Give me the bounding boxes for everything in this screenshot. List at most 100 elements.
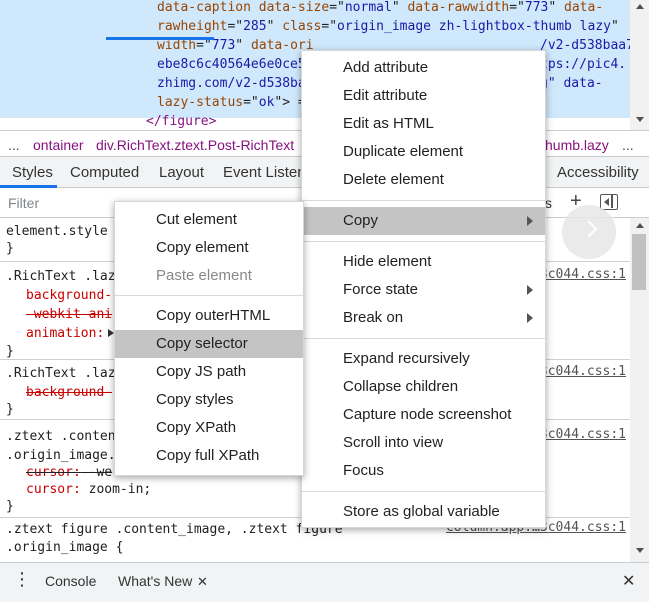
breadcrumb-item-richtext[interactable]: div.RichText.ztext.Post-RichText	[96, 137, 294, 153]
tab-computed[interactable]: Computed	[70, 164, 139, 181]
tab-styles[interactable]: Styles	[12, 164, 53, 181]
menu-item-collapse-children[interactable]: Collapse children	[302, 373, 545, 401]
copy-menu-item-copy-element[interactable]: Copy element	[115, 234, 303, 262]
styles-scroll-thumb[interactable]	[632, 234, 646, 290]
menu-separator	[115, 295, 303, 296]
menu-item-focus[interactable]: Focus	[302, 457, 545, 485]
rule-close-brace: }	[6, 241, 14, 256]
menu-item-delete-element[interactable]: Delete element	[302, 166, 545, 194]
tab-layout[interactable]: Layout	[159, 164, 204, 181]
dom-token: normal	[344, 0, 392, 15]
dom-token: 773	[211, 38, 236, 53]
menu-item-label: Scroll into view	[343, 434, 444, 451]
copy-menu-item-copy-xpath[interactable]: Copy XPath	[115, 414, 303, 442]
copy-menu-item-copy-full-xpath[interactable]: Copy full XPath	[115, 442, 303, 470]
dom-token: rawheight	[157, 19, 228, 34]
dom-line[interactable]: data-caption data-size="normal" data-raw…	[157, 0, 603, 17]
menu-item-copy[interactable]: Copy	[302, 207, 545, 235]
filter-toggle-label[interactable]: s	[545, 195, 552, 211]
dom-line[interactable]: </figure>	[146, 112, 216, 130]
breadcrumb-more-icon[interactable]: ...	[8, 137, 20, 153]
dom-token: "	[235, 38, 251, 53]
menu-item-hide-element[interactable]: Hide element	[302, 248, 545, 276]
dom-token: data-caption	[157, 0, 251, 15]
dom-token: "	[610, 19, 619, 34]
dom-line[interactable]: rawheight="285" class="origin_image zh-l…	[157, 17, 619, 36]
menu-item-label: Copy outerHTML	[156, 307, 271, 324]
style-declaration[interactable]: cursor: zoom-in;	[26, 480, 151, 499]
dom-token: ="	[227, 19, 244, 34]
breadcrumb-item-thumb[interactable]: humb.lazy	[545, 137, 609, 153]
menu-item-label: Copy	[343, 212, 379, 229]
rule-selector[interactable]: .RichText .laz	[6, 267, 116, 286]
rule-source-link[interactable]: 3c044.css:1	[540, 364, 626, 379]
copy-menu-item-copy-selector[interactable]: Copy selector	[115, 330, 303, 358]
style-property-overridden[interactable]: -webkit-ani	[26, 305, 112, 324]
copy-menu-item-cut-element[interactable]: Cut element	[115, 206, 303, 234]
dom-token: ="	[196, 38, 212, 53]
menu-item-label: Force state	[343, 281, 419, 298]
dock-sidebar-icon[interactable]	[600, 194, 618, 210]
elements-scrollbar[interactable]	[630, 0, 649, 130]
dom-token: tps://pic4.	[540, 57, 627, 72]
active-drawer-tab-indicator	[106, 37, 214, 40]
menu-item-store-as-global-variable[interactable]: Store as global variable	[302, 498, 545, 526]
menu-item-duplicate-element[interactable]: Duplicate element	[302, 138, 545, 166]
context-menu: Add attribute Edit attribute Edit as HTML D…	[301, 50, 546, 528]
dom-token: ="	[243, 95, 259, 110]
menu-item-force-state[interactable]: Force state	[302, 276, 545, 304]
menu-item-scroll-into-view[interactable]: Scroll into view	[302, 429, 545, 457]
menu-item-label: Edit as HTML	[343, 115, 434, 132]
menu-item-add-attribute[interactable]: Add attribute	[302, 54, 545, 82]
menu-item-label: Copy element	[156, 239, 249, 256]
scroll-up-arrow-icon[interactable]	[636, 223, 644, 228]
menu-item-label: Cut element	[156, 211, 237, 228]
dom-token	[251, 0, 259, 15]
rule-source-link[interactable]: 3c044.css:1	[540, 427, 626, 442]
dom-line[interactable]: zhimg.com/v2-d538ba	[157, 74, 306, 93]
menu-item-expand-recursively[interactable]: Expand recursively	[302, 345, 545, 373]
copy-menu-item-copy-js-path[interactable]: Copy JS path	[115, 358, 303, 386]
dom-line[interactable]: lazy-status="ok"> =	[157, 93, 306, 112]
dom-token: width	[157, 38, 197, 53]
dom-token: "	[391, 0, 408, 15]
kebab-menu-icon[interactable]: ⋮	[13, 569, 31, 590]
dom-line[interactable]: ebe8c6c40564e6e0ce5	[157, 55, 306, 74]
dom-token: g" data-	[540, 76, 603, 91]
menu-item-edit-attribute[interactable]: Edit attribute	[302, 82, 545, 110]
menu-item-label: Break on	[343, 309, 404, 326]
menu-separator	[302, 337, 545, 339]
style-property[interactable]: background-	[26, 286, 112, 305]
next-arrow-overlay[interactable]	[562, 205, 616, 259]
copy-menu-item-copy-outerhtml[interactable]: Copy outerHTML	[115, 302, 303, 330]
close-icon[interactable]: ✕	[622, 571, 635, 591]
dom-token: lazy-status	[157, 95, 244, 110]
tab-whats-new[interactable]: What's New	[118, 573, 192, 589]
scroll-up-arrow-icon[interactable]	[636, 4, 644, 9]
styles-filter-input[interactable]	[2, 191, 110, 215]
rule-selector[interactable]: .origin_image {	[6, 538, 123, 557]
rule-selector[interactable]: .RichText .laz	[6, 364, 116, 383]
rule-selector[interactable]: .ztext figure .content_image, .ztext fig…	[6, 520, 343, 539]
dom-token: data-	[564, 0, 604, 15]
scroll-down-arrow-icon[interactable]	[636, 548, 644, 553]
style-property-overridden[interactable]: background-	[26, 383, 112, 402]
chevron-right-icon	[580, 220, 598, 238]
breadcrumb-item-container[interactable]: ontainer	[33, 137, 84, 153]
rule-source-link[interactable]: 3c044.css:1	[540, 267, 626, 282]
menu-item-capture-node-screenshot[interactable]: Capture node screenshot	[302, 401, 545, 429]
dom-token: </figure>	[146, 114, 217, 129]
breadcrumb-trailing-more-icon[interactable]: ...	[622, 137, 634, 153]
tab-accessibility[interactable]: Accessibility	[557, 164, 639, 181]
menu-item-label: Duplicate element	[343, 143, 464, 160]
scroll-down-arrow-icon[interactable]	[636, 117, 644, 122]
menu-item-break-on[interactable]: Break on	[302, 304, 545, 332]
tab-close-icon[interactable]: ✕	[197, 574, 208, 590]
style-property[interactable]: animation:	[26, 324, 104, 343]
menu-item-edit-as-html[interactable]: Edit as HTML	[302, 110, 545, 138]
tab-console[interactable]: Console	[45, 573, 96, 589]
copy-menu-item-copy-styles[interactable]: Copy styles	[115, 386, 303, 414]
rule-selector[interactable]: .ztext .conten	[6, 427, 116, 446]
menu-item-label: Copy selector	[156, 335, 248, 352]
menu-item-label: Copy full XPath	[156, 447, 260, 464]
